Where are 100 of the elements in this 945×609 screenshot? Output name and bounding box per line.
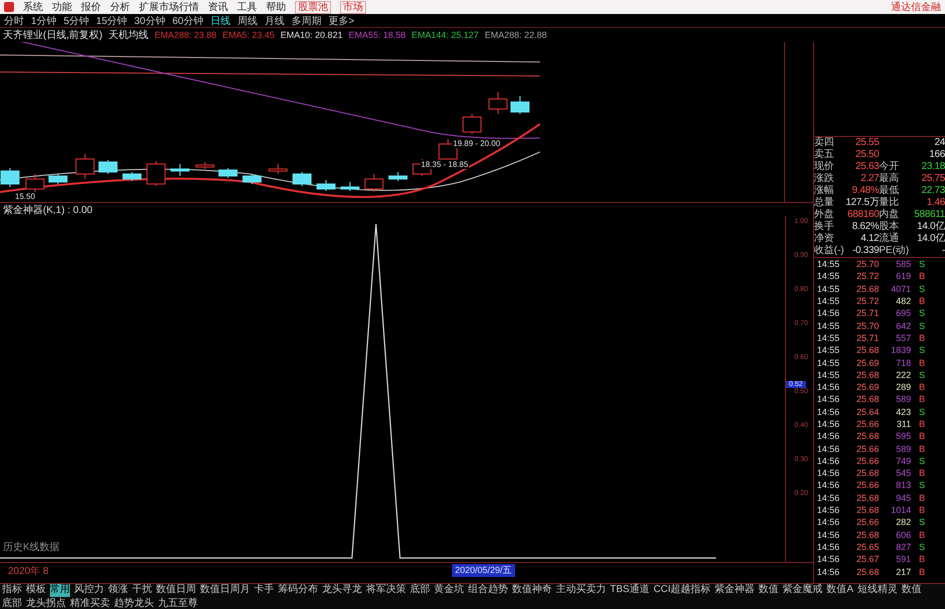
period-tab[interactable]: 分时 <box>4 14 24 28</box>
period-tab[interactable]: 月线 <box>264 14 284 28</box>
trade-side: B <box>918 554 925 564</box>
line-legend: EMA5: 23.45 <box>222 30 275 40</box>
indicator-tab[interactable]: 筹码分布 <box>278 584 318 597</box>
trade-volume: 589 <box>894 394 911 404</box>
trade-price: 25.68 <box>855 492 879 503</box>
indicator-tab[interactable]: 紫金魔戒 <box>782 584 823 597</box>
period-tab[interactable]: 多周期 <box>292 14 322 28</box>
cursor-date-label: 2020/05/29/五 <box>452 564 515 577</box>
trade-price: 25.68 <box>855 505 879 516</box>
trade-side: B <box>918 444 925 454</box>
indicator-tab[interactable]: 龙头寻龙 <box>322 584 362 597</box>
trade-time: 14:55 <box>817 358 841 368</box>
menu-item[interactable]: 系统 <box>23 0 43 14</box>
quote-value: 2.27 <box>860 173 879 185</box>
indicator-tab[interactable]: 数值神奇 <box>512 584 552 597</box>
trade-time: 14:55 <box>817 284 841 294</box>
period-tab[interactable]: 1分钟 <box>31 14 57 28</box>
indicator-title: 紫金神器(K,1) : 0.00 <box>3 204 92 216</box>
quote-value: -0.339 <box>851 245 879 257</box>
candlestick <box>388 172 408 182</box>
trade-volume: 619 <box>894 271 911 282</box>
period-tab[interactable]: 更多> <box>328 14 354 28</box>
trade-volume: 827 <box>894 542 911 552</box>
trade-volume: 289 <box>894 382 911 392</box>
menu-item[interactable]: 功能 <box>52 0 72 14</box>
menu-item[interactable]: 分析 <box>110 0 130 14</box>
trade-volume: 545 <box>894 468 911 478</box>
indicator-tab[interactable]: 卡手 <box>254 584 274 597</box>
menu-item[interactable]: 股票池 <box>295 0 331 14</box>
candlestick <box>268 164 288 174</box>
indicator-tab[interactable]: CCI超越指标 <box>653 584 711 597</box>
indicator-tab[interactable]: TBS通道 <box>610 584 650 597</box>
indicator-tab[interactable]: 紫金神器 <box>714 584 755 597</box>
indicator-tab[interactable]: 短线精灵 <box>857 584 898 597</box>
candlestick <box>488 92 508 114</box>
menu-item[interactable]: 报价 <box>81 0 101 14</box>
quote-value: 588611 <box>913 209 945 221</box>
indicator-tab[interactable]: 九五至尊 <box>158 598 198 609</box>
trade-price: 25.68 <box>855 394 879 404</box>
indicator-tab[interactable]: 领涨 <box>108 584 128 597</box>
trade-volume: 595 <box>894 431 911 442</box>
trade-time: 14:56 <box>817 492 841 503</box>
period-tab[interactable]: 日线 <box>210 14 230 28</box>
trade-time: 14:55 <box>817 332 841 343</box>
trade-price: 25.71 <box>855 332 879 343</box>
candlestick <box>0 168 20 188</box>
trade-time: 14:55 <box>817 320 841 331</box>
indicator-tab[interactable]: 模板 <box>26 584 46 597</box>
low-price-label: 15.50 <box>14 192 36 201</box>
indicator-tab[interactable]: 常用 <box>50 584 70 597</box>
line-legend: EMA288: 23.88 <box>154 30 216 40</box>
indicator-tab[interactable]: 干扰 <box>132 584 152 597</box>
indicator-tab[interactable]: 数值A <box>826 584 854 597</box>
indicator-tab[interactable]: 将军决策 <box>366 584 406 597</box>
candlestick <box>98 160 118 174</box>
app-logo-icon <box>4 2 14 12</box>
trade-time: 14:56 <box>817 431 841 442</box>
menu-item[interactable]: 扩展市场行情 <box>139 0 199 14</box>
trade-side: S <box>918 406 925 417</box>
trade-price: 25.71 <box>855 308 879 318</box>
trade-volume: 606 <box>894 530 911 540</box>
indicator-tab[interactable]: 主动买卖力 <box>556 584 606 597</box>
menu-item[interactable]: 市场 <box>340 0 366 14</box>
menu-item[interactable]: 资讯 <box>208 0 228 14</box>
indicator-tab[interactable]: 风控力 <box>74 584 104 597</box>
quote-value: 127.5万 <box>844 197 879 209</box>
indicator-tab[interactable]: 底部 <box>410 584 430 597</box>
trade-volume: 557 <box>894 332 911 343</box>
period-tab[interactable]: 周线 <box>238 14 258 28</box>
indicator-tab[interactable]: 趋势龙头 <box>114 598 154 609</box>
indicator-tab[interactable]: 数值 <box>758 584 779 597</box>
price-range-label: 19.89 - 20.00 <box>452 139 502 148</box>
quote-value: 25.75 <box>920 173 945 185</box>
indicator-tab[interactable]: 数值日周月 <box>200 584 250 597</box>
indicator-tab[interactable]: 组合趋势 <box>468 584 508 597</box>
indicator-tab[interactable]: 黄金坑 <box>434 584 464 597</box>
indicator-tab[interactable]: 数值日周 <box>156 584 196 597</box>
indicator-tab[interactable]: 精准买卖 <box>70 598 110 609</box>
indicator-tab[interactable]: 指标 <box>2 584 22 597</box>
menu-item[interactable]: 帮助 <box>266 0 286 14</box>
trade-price: 25.70 <box>855 320 879 331</box>
period-tab[interactable]: 60分钟 <box>172 14 204 28</box>
quote-value: 24 <box>933 137 945 149</box>
date-label: 2020年 8 <box>8 565 49 578</box>
quote-value: - <box>940 245 945 257</box>
period-tab[interactable]: 15分钟 <box>96 14 128 28</box>
trade-price: 25.67 <box>855 554 879 564</box>
period-tab[interactable]: 30分钟 <box>134 14 166 28</box>
period-tab[interactable]: 5分钟 <box>64 14 90 28</box>
trade-price: 25.70 <box>855 259 879 270</box>
indicator-tab[interactable]: 底部 <box>2 598 22 609</box>
trade-side: S <box>918 480 925 490</box>
menu-item[interactable]: 工具 <box>237 0 257 14</box>
trade-price: 25.69 <box>855 382 879 392</box>
indicator-tab[interactable]: 龙头拐点 <box>26 598 66 609</box>
candlestick <box>364 174 384 192</box>
candlestick <box>510 96 530 114</box>
indicator-tab[interactable]: 数值 <box>901 584 922 597</box>
